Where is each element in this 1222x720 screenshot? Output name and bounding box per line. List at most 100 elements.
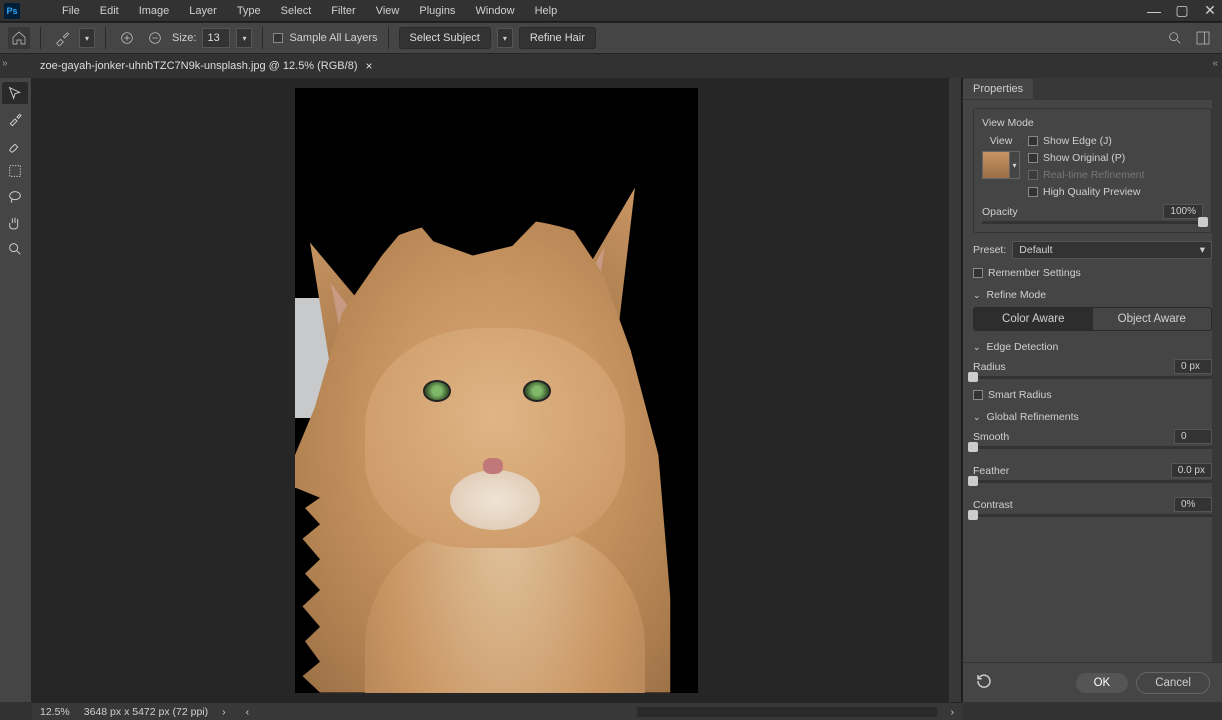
search-icon[interactable] <box>1164 27 1186 49</box>
smooth-slider-thumb[interactable] <box>968 442 978 452</box>
contrast-slider-thumb[interactable] <box>968 510 978 520</box>
status-chevron-left-icon[interactable]: ‹ <box>246 706 250 718</box>
home-button[interactable] <box>8 27 30 49</box>
document-canvas[interactable] <box>295 88 698 693</box>
chevron-down-icon: ⌄ <box>973 412 981 423</box>
maximize-button[interactable]: ▢ <box>1174 3 1190 19</box>
hand-tool[interactable] <box>2 212 28 234</box>
expand-right-icon[interactable]: « <box>1212 58 1218 69</box>
window-controls: — ▢ ✕ <box>1146 3 1218 19</box>
feather-slider-thumb[interactable] <box>968 476 978 486</box>
status-chevron-right-icon[interactable]: › <box>222 706 226 718</box>
quick-selection-tool[interactable] <box>2 82 28 104</box>
feather-label: Feather <box>973 465 1009 477</box>
brush-preset-dropdown[interactable]: ▾ <box>79 28 95 48</box>
titlebar: Ps File Edit Image Layer Type Select Fil… <box>0 0 1222 22</box>
opacity-slider[interactable] <box>982 221 1203 224</box>
feather-slider[interactable] <box>973 480 1212 483</box>
opacity-slider-thumb[interactable] <box>1198 217 1208 227</box>
color-aware-button[interactable]: Color Aware <box>974 308 1093 330</box>
properties-tab[interactable]: Properties <box>963 79 1033 99</box>
cancel-button[interactable]: Cancel <box>1136 672 1210 694</box>
close-button[interactable]: ✕ <box>1202 3 1218 19</box>
brush-tool[interactable] <box>2 134 28 156</box>
sample-all-layers-checkbox[interactable] <box>273 33 283 43</box>
properties-tab-row: Properties <box>963 78 1222 100</box>
menu-select[interactable]: Select <box>271 3 322 19</box>
radius-slider-thumb[interactable] <box>968 372 978 382</box>
refine-mode-header[interactable]: ⌄Refine Mode <box>973 289 1212 301</box>
menu-image[interactable]: Image <box>129 3 180 19</box>
view-thumbnail[interactable] <box>982 151 1010 179</box>
add-to-selection-icon[interactable] <box>116 27 138 49</box>
preset-label: Preset: <box>973 244 1006 256</box>
canvas-image-region <box>483 458 503 474</box>
close-tab-icon[interactable]: × <box>365 59 372 73</box>
smart-radius-checkbox[interactable] <box>973 390 983 400</box>
options-bar: ▾ Size: ▾ Sample All Layers Select Subje… <box>0 22 1222 54</box>
brush-preset-icon[interactable] <box>51 27 73 49</box>
high-quality-preview-label: High Quality Preview <box>1043 186 1140 198</box>
refine-hair-button[interactable]: Refine Hair <box>519 27 596 49</box>
opacity-value[interactable]: 100% <box>1163 204 1203 219</box>
ok-button[interactable]: OK <box>1076 673 1129 693</box>
menu-view[interactable]: View <box>366 3 410 19</box>
size-dropdown[interactable]: ▾ <box>236 28 252 48</box>
high-quality-preview-checkbox[interactable] <box>1028 187 1038 197</box>
app-logo: Ps <box>4 3 20 19</box>
status-bar: 12.5% 3648 px x 5472 px (72 ppi) › ‹ › <box>32 702 962 720</box>
radius-value[interactable]: 0 px <box>1174 359 1212 374</box>
document-tab-row: zoe-gayah-jonker-uhnbTZC7N9k-unsplash.jp… <box>0 54 1222 78</box>
edge-detection-header[interactable]: ⌄Edge Detection <box>973 341 1212 353</box>
menu-layer[interactable]: Layer <box>179 3 227 19</box>
refine-mode-toggle: Color Aware Object Aware <box>973 307 1212 331</box>
minimize-button[interactable]: — <box>1146 3 1162 19</box>
contrast-value[interactable]: 0% <box>1174 497 1212 512</box>
menu-window[interactable]: Window <box>465 3 524 19</box>
select-subject-dropdown[interactable]: ▾ <box>497 28 513 48</box>
contrast-label: Contrast <box>973 499 1013 511</box>
expand-left-icon[interactable]: » <box>2 58 8 69</box>
menu-help[interactable]: Help <box>525 3 568 19</box>
properties-panel: Properties View Mode View ▾ Show Edge (J… <box>962 78 1222 702</box>
zoom-tool[interactable] <box>2 238 28 260</box>
preset-value: Default <box>1019 244 1052 256</box>
show-edge-checkbox[interactable] <box>1028 136 1038 146</box>
menu-edit[interactable]: Edit <box>90 3 129 19</box>
properties-scrollbar[interactable] <box>1212 100 1222 662</box>
smooth-value[interactable]: 0 <box>1174 429 1212 444</box>
global-refinements-header[interactable]: ⌄Global Refinements <box>973 411 1212 423</box>
show-original-checkbox[interactable] <box>1028 153 1038 163</box>
lasso-tool[interactable] <box>2 186 28 208</box>
reset-button[interactable] <box>975 672 993 693</box>
divider <box>388 27 389 49</box>
refine-edge-brush-tool[interactable] <box>2 108 28 130</box>
canvas-scrollbar-vertical[interactable] <box>949 78 961 702</box>
view-dropdown[interactable]: ▾ <box>1010 151 1020 179</box>
radius-slider[interactable] <box>973 376 1212 379</box>
select-subject-button[interactable]: Select Subject <box>399 27 491 49</box>
status-chevron-right-icon[interactable]: › <box>951 706 955 718</box>
contrast-slider[interactable] <box>973 514 1212 517</box>
document-tab[interactable]: zoe-gayah-jonker-uhnbTZC7N9k-unsplash.jp… <box>40 59 373 73</box>
size-input[interactable] <box>202 28 230 48</box>
workspace-switcher-icon[interactable] <box>1192 27 1214 49</box>
divider <box>262 27 263 49</box>
chevron-down-icon: ⌄ <box>973 290 981 301</box>
zoom-level[interactable]: 12.5% <box>40 706 70 718</box>
feather-value[interactable]: 0.0 px <box>1171 463 1212 478</box>
menu-file[interactable]: File <box>52 3 90 19</box>
horizontal-scrollbar[interactable] <box>637 707 937 717</box>
preset-dropdown[interactable]: Default▾ <box>1012 241 1212 259</box>
canvas-area[interactable] <box>32 78 962 702</box>
smooth-slider[interactable] <box>973 446 1212 449</box>
menu-filter[interactable]: Filter <box>321 3 365 19</box>
subtract-from-selection-icon[interactable] <box>144 27 166 49</box>
menu-type[interactable]: Type <box>227 3 271 19</box>
object-aware-button[interactable]: Object Aware <box>1093 308 1212 330</box>
view-label: View <box>990 135 1013 147</box>
object-selection-tool[interactable] <box>2 160 28 182</box>
remember-settings-checkbox[interactable] <box>973 268 983 278</box>
menu-plugins[interactable]: Plugins <box>409 3 465 19</box>
document-dimensions: 3648 px x 5472 px (72 ppi) <box>84 706 208 718</box>
